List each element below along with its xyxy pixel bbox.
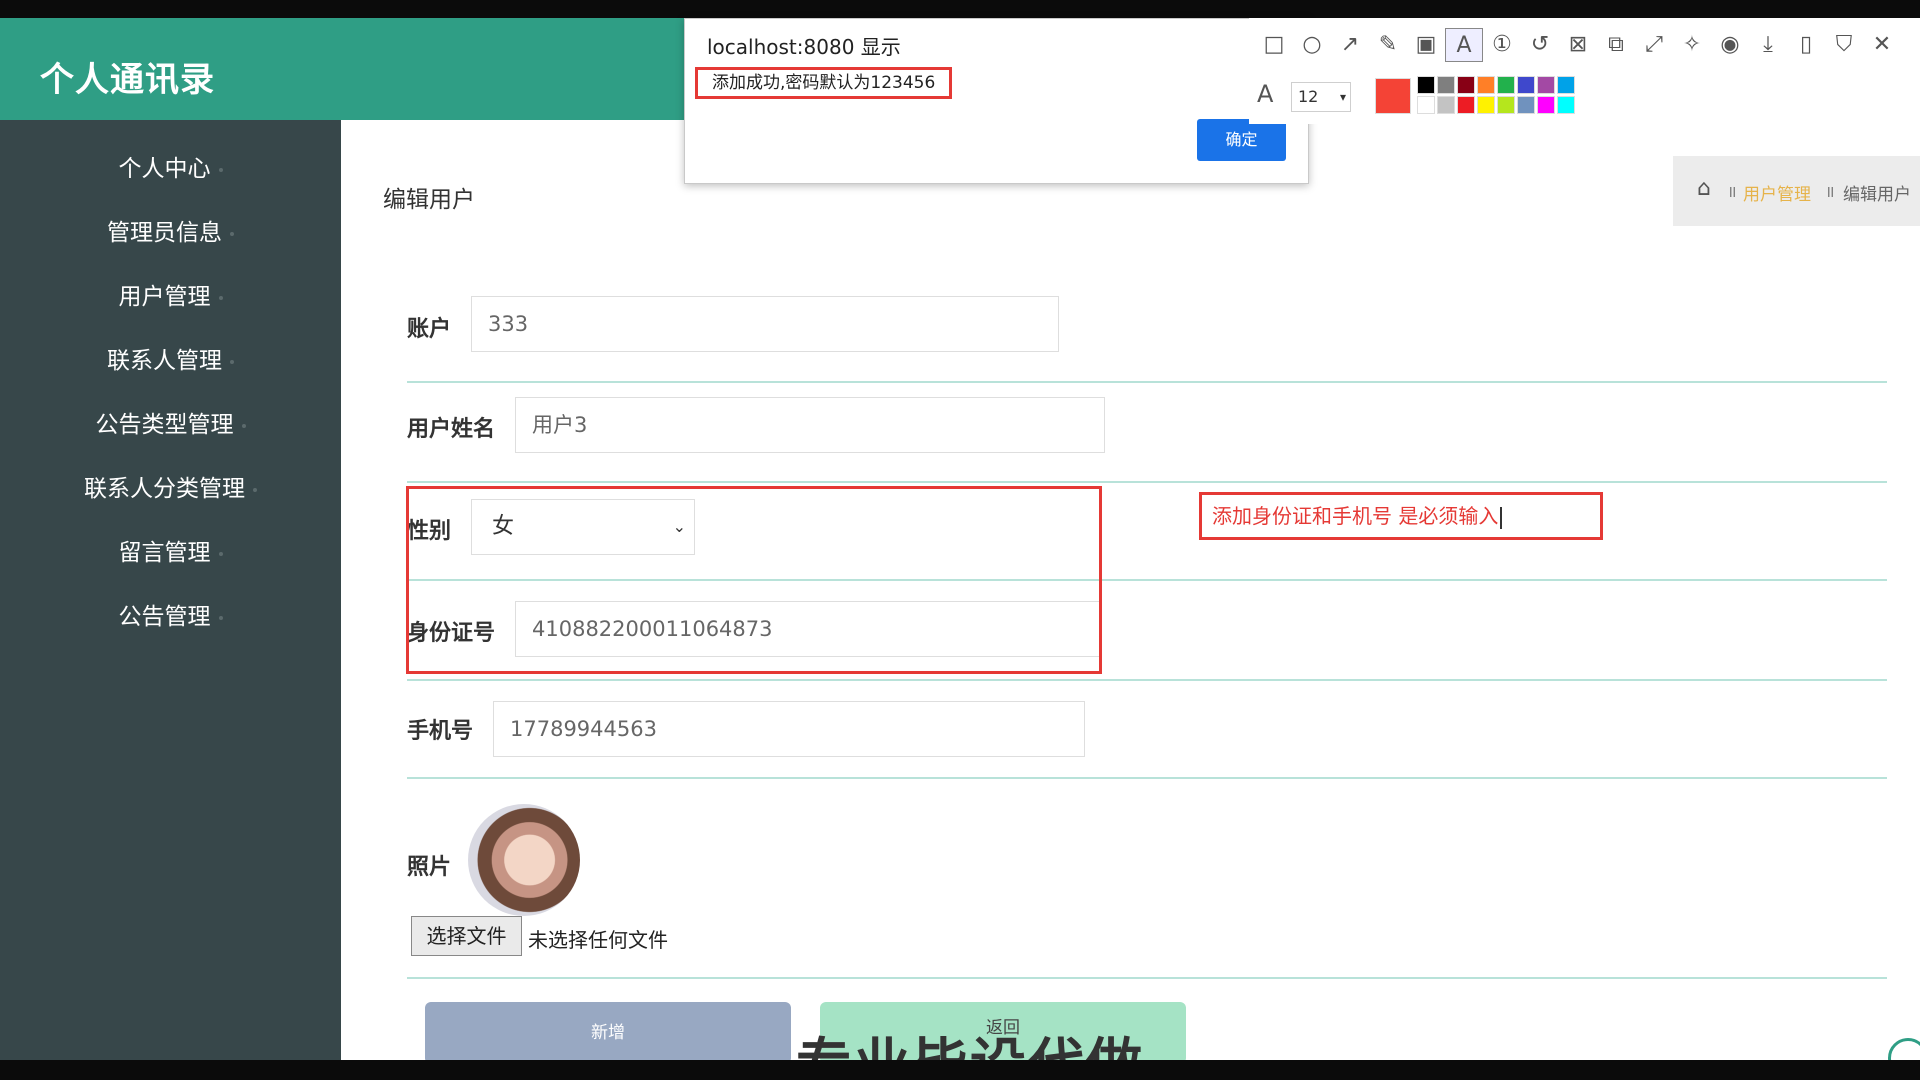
rectangle-tool-icon[interactable]: □ [1255,28,1293,62]
file-status-text: 未选择任何文件 [528,928,668,952]
name-input[interactable]: 用户3 [515,397,1105,453]
color-swatch[interactable] [1537,96,1555,114]
sidebar-item-label: 公告类型管理 [95,412,234,438]
pin-icon[interactable]: ✧ [1673,28,1711,62]
screen-top-bar [0,0,1920,18]
bookmark-icon[interactable]: ⛉ [1825,28,1863,62]
color-swatch[interactable] [1557,96,1575,114]
sidebar-item-label: 留言管理 [118,540,211,566]
chevron-down-icon: ▾ [1339,90,1346,104]
home-icon[interactable]: ⌂ [1697,176,1711,201]
color-swatch[interactable] [1457,96,1475,114]
dot-icon [218,551,223,556]
sidebar-item-admin-info[interactable]: 管理员信息 [0,208,341,258]
color-swatch[interactable] [1417,96,1435,114]
screen-bottom-bar [0,1060,1920,1080]
page-title: 编辑用户 [383,187,475,213]
dot-icon [253,487,257,492]
record-icon[interactable]: ◉ [1711,28,1749,62]
sidebar: 个人中心 管理员信息 用户管理 联系人管理 公告类型管理 联系人分类管理 留言管… [0,120,341,1060]
translate-icon[interactable]: ⧉ [1597,28,1635,62]
dot-icon [218,295,223,300]
dot-icon [241,423,246,428]
alert-dialog: localhost:8080 显示 添加成功,密码默认为123456 确定 [684,18,1309,184]
color-swatch[interactable] [1517,76,1535,94]
annotation-toolbar: □ ○ ↗ ✎ ▣ A ① ↺ ⊠ ⧉ ⤢ ✧ ◉ ⤓ ▯ ⛉ ✕ A 12 ▾ [1249,18,1920,124]
sidebar-item-contact-category-management[interactable]: 联系人分类管理 [0,464,341,514]
number-tool-icon[interactable]: ① [1483,28,1521,62]
expand-icon[interactable]: ⤢ [1635,28,1673,62]
clear-icon[interactable]: ⊠ [1559,28,1597,62]
photo-label: 照片 [407,855,452,880]
breadcrumb-item-user-management[interactable]: 用户管理 [1743,180,1811,205]
dot-icon [218,615,223,620]
form-row-name: 用户姓名 用户3 [407,383,1887,483]
dialog-ok-button[interactable]: 确定 [1197,119,1286,161]
app-title: 个人通讯录 [40,60,215,100]
sidebar-item-label: 用户管理 [118,284,211,310]
sidebar-item-label: 联系人分类管理 [84,476,245,502]
sidebar-item-label: 个人中心 [118,156,211,182]
undo-icon[interactable]: ↺ [1521,28,1559,62]
sidebar-item-message-management[interactable]: 留言管理 [0,528,341,578]
arrow-tool-icon[interactable]: ↗ [1331,28,1369,62]
color-swatch[interactable] [1477,76,1495,94]
close-icon[interactable]: ✕ [1863,28,1901,62]
phone-input[interactable]: 17789944563 [493,701,1085,757]
current-color-swatch[interactable] [1375,78,1411,114]
circle-tool-icon[interactable]: ○ [1293,28,1331,62]
color-swatch[interactable] [1557,76,1575,94]
tool-icons-row: □ ○ ↗ ✎ ▣ A ① ↺ ⊠ ⧉ ⤢ ✧ ◉ ⤓ ▯ ⛉ ✕ [1255,28,1901,62]
watermark-text: 专业毕设代做 [796,1020,1144,1060]
account-input[interactable]: 333 [471,296,1059,352]
breadcrumb: ⌂ ॥ 用户管理 ॥ 编辑用户 [1673,156,1920,226]
pencil-tool-icon[interactable]: ✎ [1369,28,1407,62]
color-swatch[interactable] [1437,76,1455,94]
dialog-title: localhost:8080 显示 [707,35,901,59]
annotation-note-text: 添加身份证和手机号 是必须输入 [1212,504,1499,528]
dot-icon [230,231,234,236]
color-swatch[interactable] [1497,76,1515,94]
annotation-highlight-box [406,486,1102,674]
sidebar-item-label: 公告管理 [118,604,211,630]
form-row-account: 账户 333 [407,270,1887,383]
sidebar-item-label: 管理员信息 [107,220,222,246]
breadcrumb-item-edit-user: 编辑用户 [1843,185,1911,205]
text-tool-icon[interactable]: A [1445,28,1483,62]
breadcrumb-separator: ॥ [1825,182,1835,201]
save-icon[interactable]: ▯ [1787,28,1825,62]
phone-label: 手机号 [407,719,474,744]
color-swatch[interactable] [1437,96,1455,114]
font-size-select[interactable]: 12 ▾ [1291,82,1351,112]
mosaic-tool-icon[interactable]: ▣ [1407,28,1445,62]
download-icon[interactable]: ⤓ [1749,28,1787,62]
sidebar-item-label: 联系人管理 [107,348,222,374]
breadcrumb-separator: ॥ [1727,182,1737,201]
choose-file-button[interactable]: 选择文件 [411,916,522,956]
color-swatch[interactable] [1517,96,1535,114]
name-label: 用户姓名 [407,417,496,442]
account-label: 账户 [407,317,452,342]
color-swatch[interactable] [1457,76,1475,94]
add-button[interactable]: 新增 [425,1002,791,1060]
annotation-note: 添加身份证和手机号 是必须输入 [1199,492,1603,540]
text-caret [1500,506,1503,529]
user-photo [468,804,580,916]
dot-icon [230,359,234,364]
font-size-value: 12 [1298,87,1319,106]
color-swatch[interactable] [1477,96,1495,114]
sidebar-item-contact-management[interactable]: 联系人管理 [0,336,341,386]
sidebar-item-notice-type-management[interactable]: 公告类型管理 [0,400,341,450]
font-icon: A [1257,80,1274,108]
color-swatch[interactable] [1537,76,1555,94]
sidebar-item-notice-management[interactable]: 公告管理 [0,592,341,642]
sidebar-item-user-management[interactable]: 用户管理 [0,272,341,322]
color-swatch[interactable] [1417,76,1435,94]
dialog-message: 添加成功,密码默认为123456 [695,67,953,99]
sidebar-item-personal-center[interactable]: 个人中心 [0,144,341,194]
color-swatch[interactable] [1497,96,1515,114]
dot-icon [218,167,223,172]
form-row-phone: 手机号 17789944563 [407,681,1887,779]
